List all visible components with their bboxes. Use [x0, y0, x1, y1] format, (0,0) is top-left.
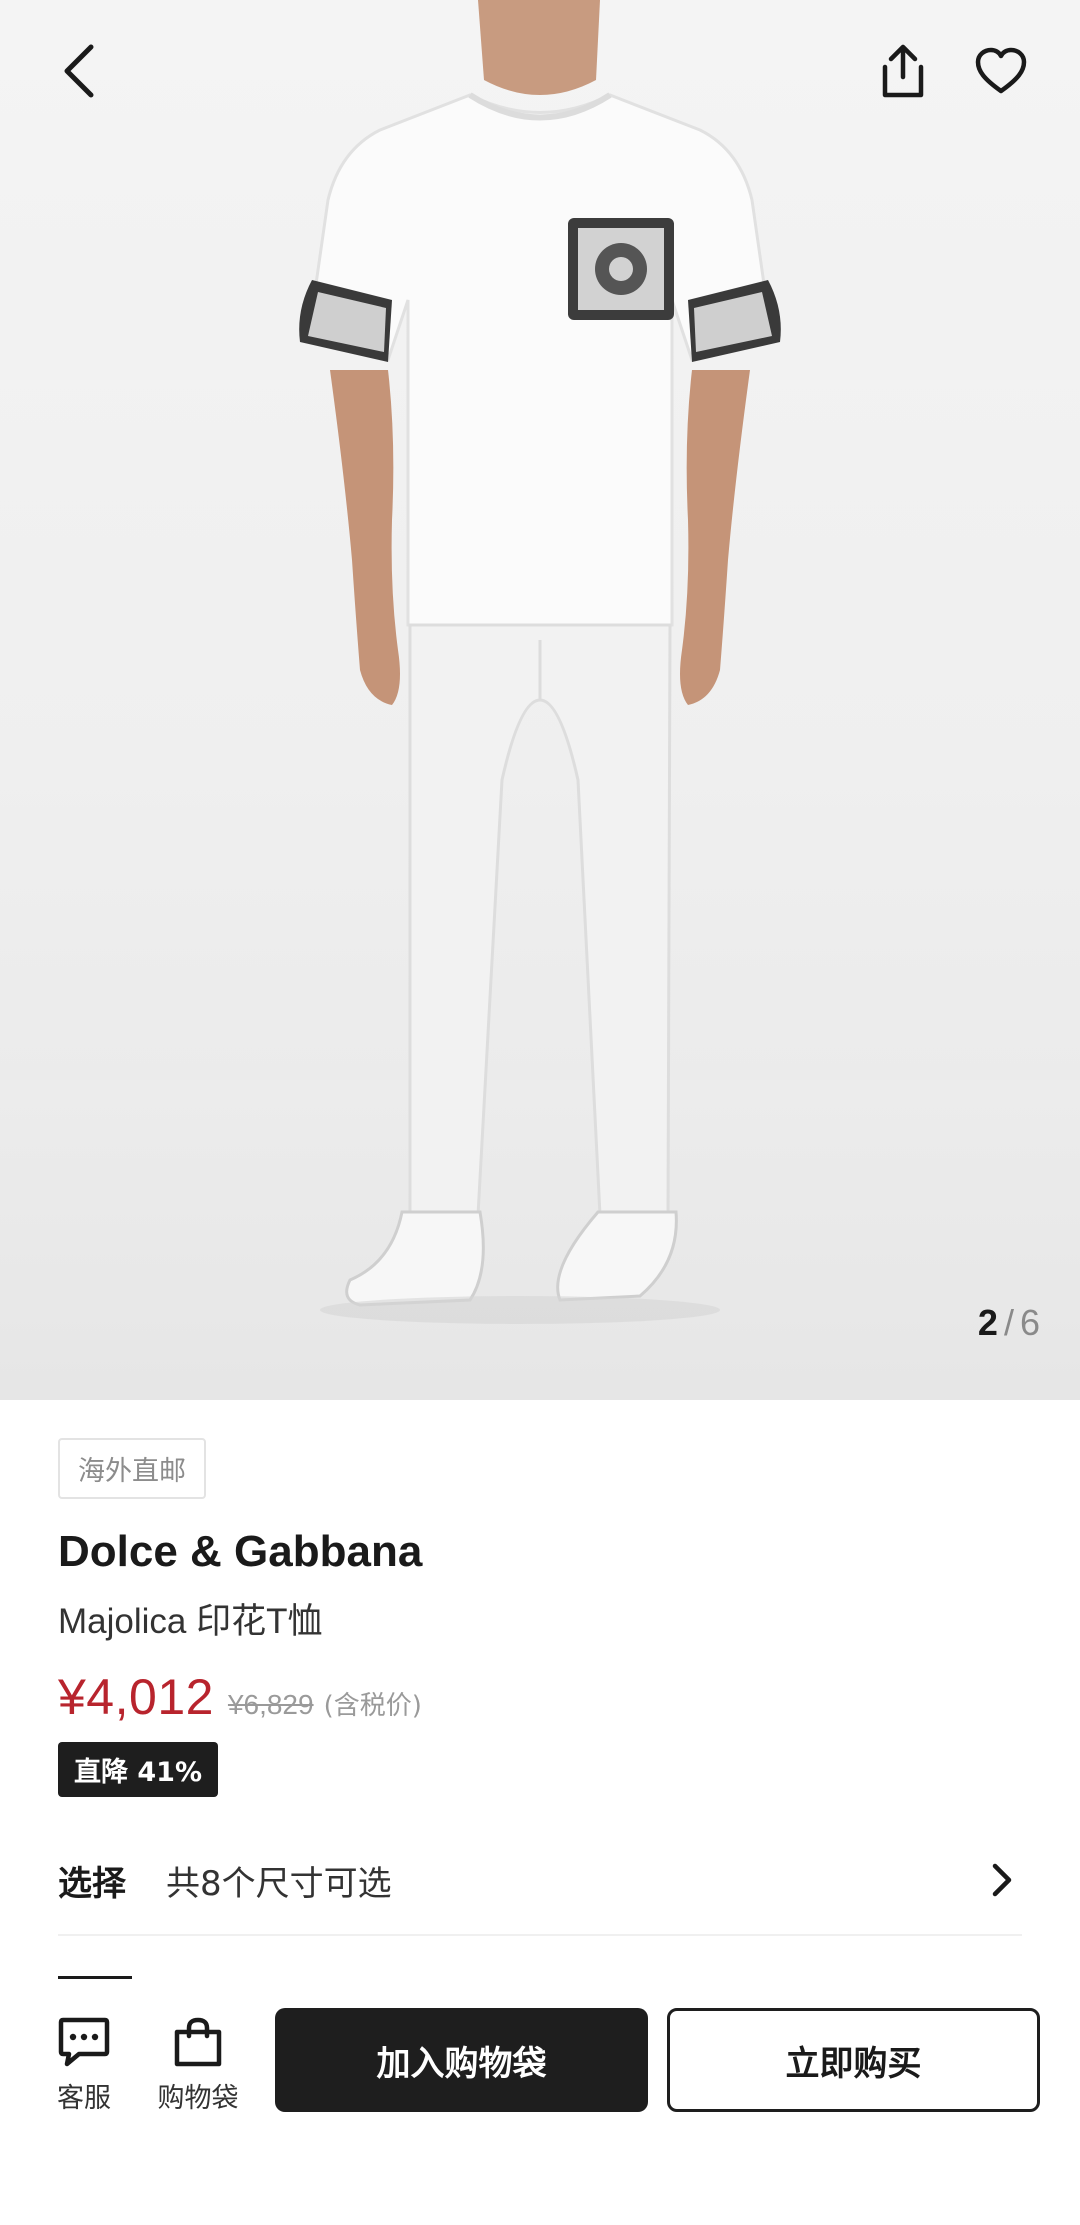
chevron-right-icon: [982, 1860, 1022, 1900]
brand-name[interactable]: Dolce & Gabbana: [58, 1527, 1022, 1577]
buy-now-button[interactable]: 立即购买: [667, 2008, 1040, 2112]
share-icon: [882, 44, 924, 98]
image-counter-total: 6: [1019, 1302, 1040, 1343]
product-image[interactable]: 2/6: [0, 0, 1080, 1400]
shopping-bag-label: 购物袋: [157, 2083, 239, 2114]
image-counter: 2/6: [978, 1302, 1040, 1344]
tax-note: (含税价): [323, 1691, 422, 1721]
shopping-bag-button[interactable]: 购物袋: [148, 2016, 248, 2115]
product-info: 海外直邮 Dolce & Gabbana Majolica 印花T恤 ¥4,01…: [58, 1438, 1022, 1797]
size-selector-label: 选择: [58, 1863, 126, 1904]
shopping-bag-icon: [174, 2017, 222, 2067]
size-selector[interactable]: 选择 共8个尺寸可选: [58, 1826, 1022, 1936]
size-selector-value: 共8个尺寸可选: [166, 1863, 392, 1904]
image-counter-current: 2: [977, 1302, 998, 1343]
shipping-tag: 海外直邮: [58, 1438, 206, 1499]
customer-service-button[interactable]: 客服: [34, 2016, 134, 2115]
share-button[interactable]: [858, 26, 948, 116]
section-divider: [58, 1976, 132, 1979]
discount-badge: 直降 41%: [58, 1742, 219, 1797]
price-row: ¥4,012 ¥6,829 (含税价): [58, 1668, 1022, 1726]
heart-icon: [975, 47, 1027, 94]
product-name: Majolica 印花T恤: [58, 1602, 323, 1641]
current-price: ¥4,012: [58, 1669, 214, 1725]
original-price: ¥6,829: [227, 1689, 314, 1720]
chat-icon: [58, 2017, 110, 2067]
back-button[interactable]: [34, 26, 124, 116]
favorite-button[interactable]: [956, 26, 1046, 116]
image-counter-separator: /: [1003, 1302, 1014, 1343]
bottom-action-bar: 客服 购物袋 加入购物袋 立即购买: [0, 2000, 1080, 2130]
customer-service-label: 客服: [57, 2083, 111, 2114]
add-to-bag-button[interactable]: 加入购物袋: [275, 2008, 648, 2112]
model-photo: [299, 0, 781, 1324]
back-icon: [64, 44, 94, 98]
